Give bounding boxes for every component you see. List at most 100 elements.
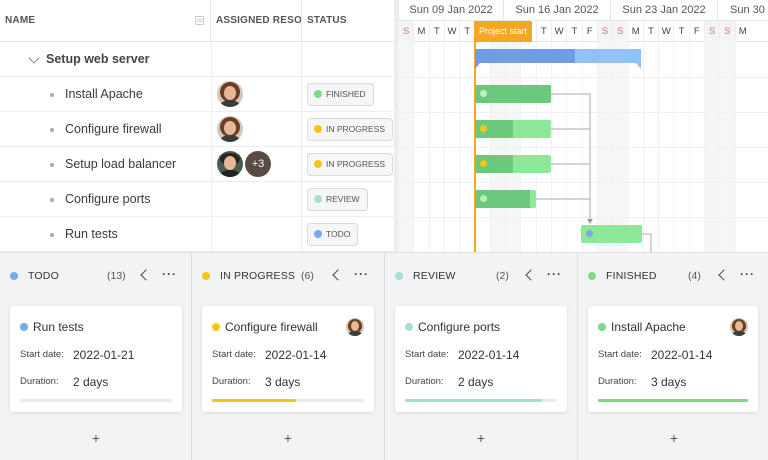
card-title: Configure ports (418, 320, 501, 334)
resource-cell (211, 112, 302, 147)
kanban-card[interactable]: Run tests Start date: 2022-01-21 Duratio… (10, 306, 182, 412)
kanban-column-finished: FINISHED (4) ··· Install Apache Start da… (578, 253, 768, 460)
kanban-card[interactable]: Configure firewall Start date: 2022-01-1… (202, 306, 374, 412)
duration-value: 2 days (458, 375, 494, 389)
resource-cell (211, 217, 302, 252)
sort-icon[interactable] (195, 16, 204, 25)
gantt-chart: Sun 09 Jan 2022 Sun 16 Jan 2022 Sun 23 J… (398, 0, 768, 252)
bullet-icon (50, 233, 54, 237)
task-name: Setup web server (46, 52, 150, 66)
status-badge-label: TODO (326, 229, 351, 239)
card-title: Configure firewall (225, 320, 318, 334)
kanban-column-header: TODO (13) ··· (0, 253, 191, 297)
card-title: Install Apache (611, 320, 686, 334)
status-dot (314, 125, 322, 133)
column-header-resources[interactable]: ASSIGNED RESO... (211, 0, 302, 42)
chevron-left-icon[interactable] (525, 269, 537, 281)
table-row[interactable]: Setup load balancer +3 IN PROGRESS (0, 147, 394, 182)
card-progress-bar (405, 399, 557, 402)
avatar[interactable] (217, 81, 243, 107)
start-date-value: 2022-01-14 (265, 348, 327, 362)
table-row[interactable]: Run tests TODO (0, 217, 394, 252)
kanban-card[interactable]: Configure ports Start date: 2022-01-14 D… (395, 306, 567, 412)
table-row[interactable]: Configure firewall IN PROGRESS (0, 112, 394, 147)
resource-cell (211, 42, 302, 77)
task-name: Install Apache (65, 87, 143, 101)
avatar[interactable] (730, 318, 748, 336)
kanban-column-header: REVIEW (2) ··· (385, 253, 577, 297)
status-badge-label: FINISHED (326, 89, 366, 99)
card-progress-bar (212, 399, 364, 402)
column-header-resources-label: ASSIGNED RESO... (216, 15, 302, 26)
start-date-value: 2022-01-21 (73, 348, 135, 362)
status-badge[interactable]: TODO (307, 223, 359, 246)
more-dots-icon[interactable]: ··· (162, 268, 177, 280)
status-dot (314, 195, 322, 203)
avatar[interactable] (217, 116, 243, 142)
duration-label: Duration: (405, 376, 444, 387)
status-badge[interactable]: FINISHED (307, 83, 374, 106)
column-header-name[interactable]: NAME (0, 0, 211, 42)
status-dot (314, 230, 322, 238)
column-title: IN PROGRESS (220, 270, 296, 282)
task-grid: NAME ASSIGNED RESO... STATUS Setup web s… (0, 0, 394, 252)
card-progress-bar (20, 399, 172, 402)
table-row-parent[interactable]: Setup web server (0, 42, 394, 77)
duration-label: Duration: (20, 376, 59, 387)
resource-cell: +3 (211, 147, 302, 182)
card-title: Run tests (33, 320, 84, 334)
status-badge[interactable]: REVIEW (307, 188, 368, 211)
card-status-dot (598, 323, 606, 331)
avatar[interactable] (217, 151, 243, 177)
duration-value: 3 days (651, 375, 687, 389)
chevron-left-icon[interactable] (718, 269, 730, 281)
add-card-button[interactable]: + (664, 431, 684, 445)
table-row[interactable]: Configure ports REVIEW (0, 182, 394, 217)
table-row[interactable]: Install Apache FINISHED (0, 77, 394, 112)
more-resources-avatar[interactable]: +3 (245, 151, 271, 177)
column-header-name-label: NAME (5, 15, 36, 26)
status-badge[interactable]: IN PROGRESS (307, 118, 394, 141)
card-status-dot (20, 323, 28, 331)
grid-header: NAME ASSIGNED RESO... STATUS (0, 0, 394, 42)
more-dots-icon[interactable]: ··· (547, 268, 562, 280)
task-name: Configure ports (65, 192, 151, 206)
column-title: REVIEW (413, 270, 456, 282)
status-dot (314, 90, 322, 98)
kanban-column-todo: TODO (13) ··· Run tests Start date: 2022… (0, 253, 192, 460)
column-count: (2) (496, 270, 509, 282)
chevron-down-icon[interactable] (28, 52, 40, 64)
add-card-button[interactable]: + (86, 431, 106, 445)
add-card-button[interactable]: + (471, 431, 491, 445)
start-date-value: 2022-01-14 (458, 348, 520, 362)
avatar[interactable] (346, 318, 364, 336)
chevron-left-icon[interactable] (140, 269, 152, 281)
task-name: Run tests (65, 227, 118, 241)
column-header-status[interactable]: STATUS (302, 0, 394, 42)
card-status-dot (212, 323, 220, 331)
column-count: (6) (301, 270, 314, 282)
column-title: TODO (28, 270, 59, 282)
more-dots-icon[interactable]: ··· (740, 268, 755, 280)
chevron-left-icon[interactable] (332, 269, 344, 281)
duration-label: Duration: (212, 376, 251, 387)
kanban-column-in-progress: IN PROGRESS (6) ··· Configure firewall S… (192, 253, 385, 460)
start-date-label: Start date: (212, 349, 256, 360)
status-badge-label: REVIEW (326, 194, 360, 204)
status-dot (314, 160, 322, 168)
more-resources-count: +3 (251, 158, 265, 170)
more-dots-icon[interactable]: ··· (354, 268, 369, 280)
card-progress-fill (598, 399, 748, 402)
column-color-dot (10, 272, 18, 280)
add-card-button[interactable]: + (278, 431, 298, 445)
column-count: (13) (107, 270, 126, 282)
status-badge[interactable]: IN PROGRESS (307, 153, 394, 176)
start-date-label: Start date: (20, 349, 64, 360)
card-status-dot (405, 323, 413, 331)
column-color-dot (588, 272, 596, 280)
resource-cell (211, 182, 302, 217)
start-date-label: Start date: (598, 349, 642, 360)
kanban-column-review: REVIEW (2) ··· Configure ports Start dat… (385, 253, 578, 460)
duration-value: 2 days (73, 375, 109, 389)
kanban-card[interactable]: Install Apache Start date: 2022-01-14 Du… (588, 306, 758, 412)
